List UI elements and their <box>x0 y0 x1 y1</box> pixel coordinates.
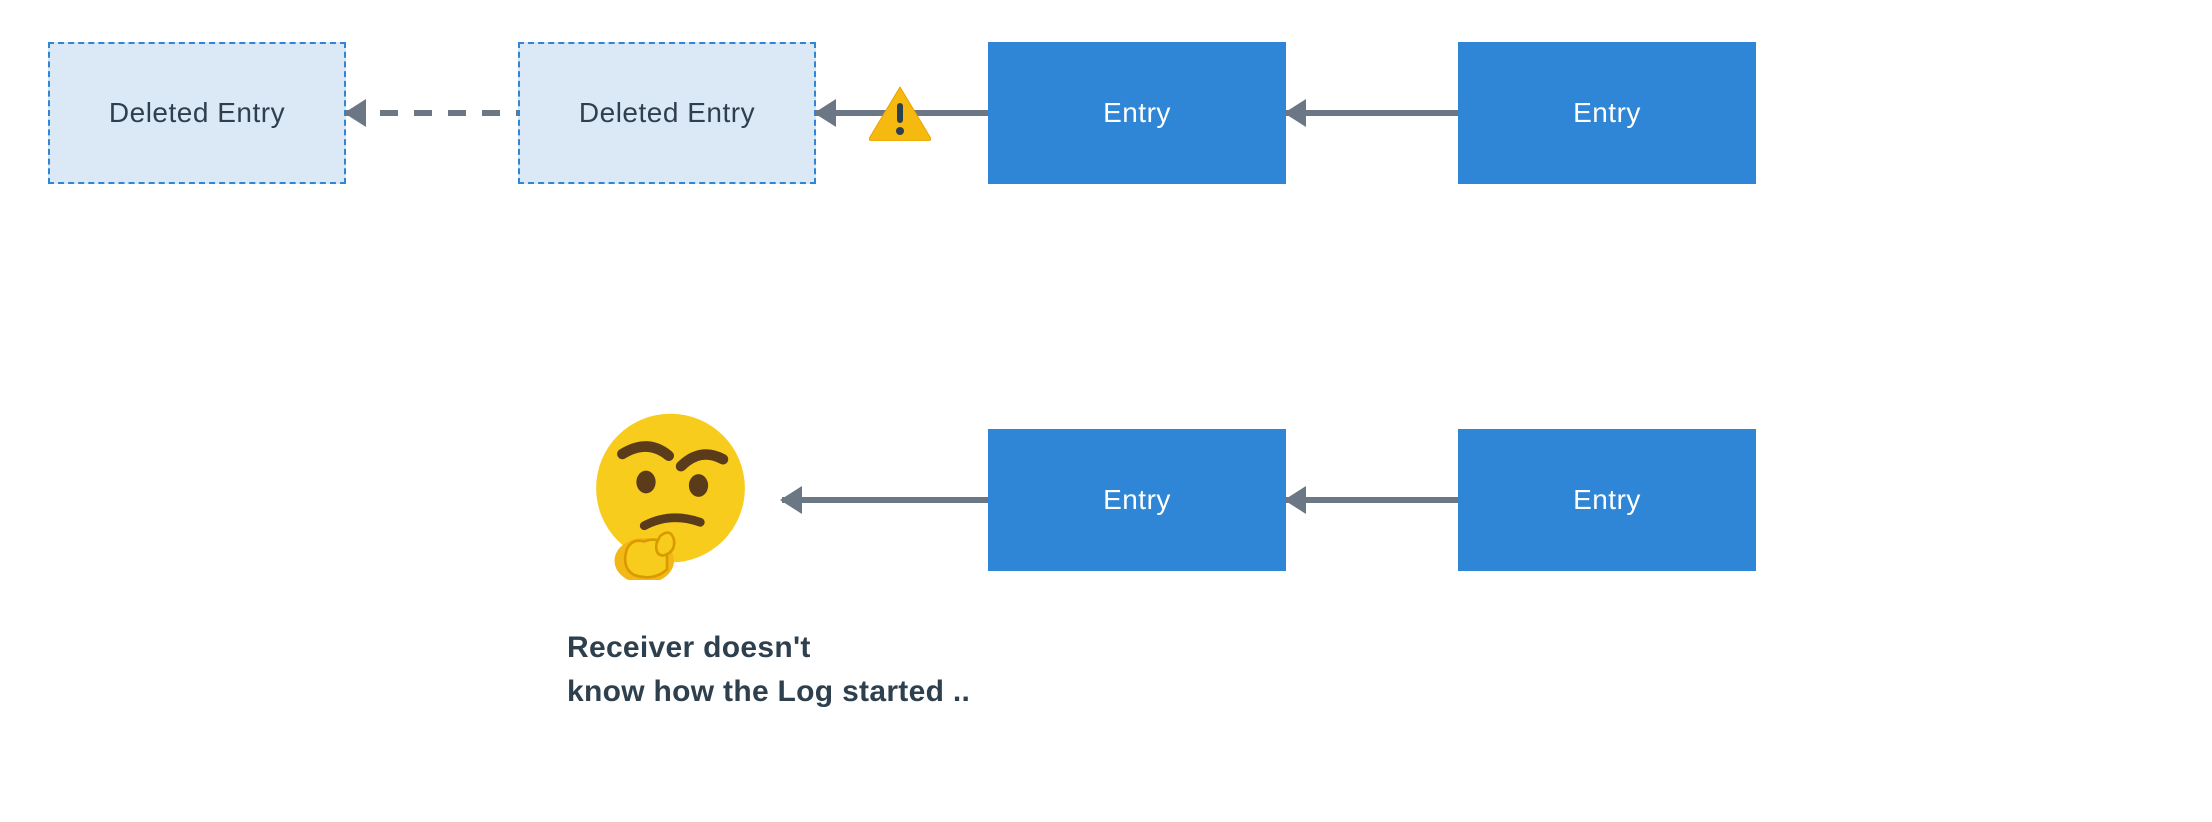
entry-node: Entry <box>1458 42 1756 184</box>
entry-node: Entry <box>988 42 1286 184</box>
node-label: Deleted Entry <box>109 97 285 129</box>
node-label: Deleted Entry <box>579 97 755 129</box>
thinking-face-icon <box>583 405 758 585</box>
deleted-entry-node: Deleted Entry <box>518 42 816 184</box>
node-label: Entry <box>1573 484 1641 516</box>
receiver-caption: Receiver doesn't know how the Log starte… <box>567 626 1087 713</box>
diagram-stage: Deleted Entry Deleted Entry Entry Entry <box>0 0 2212 822</box>
node-label: Entry <box>1103 97 1171 129</box>
entry-node: Entry <box>1458 429 1756 571</box>
node-label: Entry <box>1103 484 1171 516</box>
deleted-entry-node: Deleted Entry <box>48 42 346 184</box>
node-label: Entry <box>1573 97 1641 129</box>
entry-node: Entry <box>988 429 1286 571</box>
